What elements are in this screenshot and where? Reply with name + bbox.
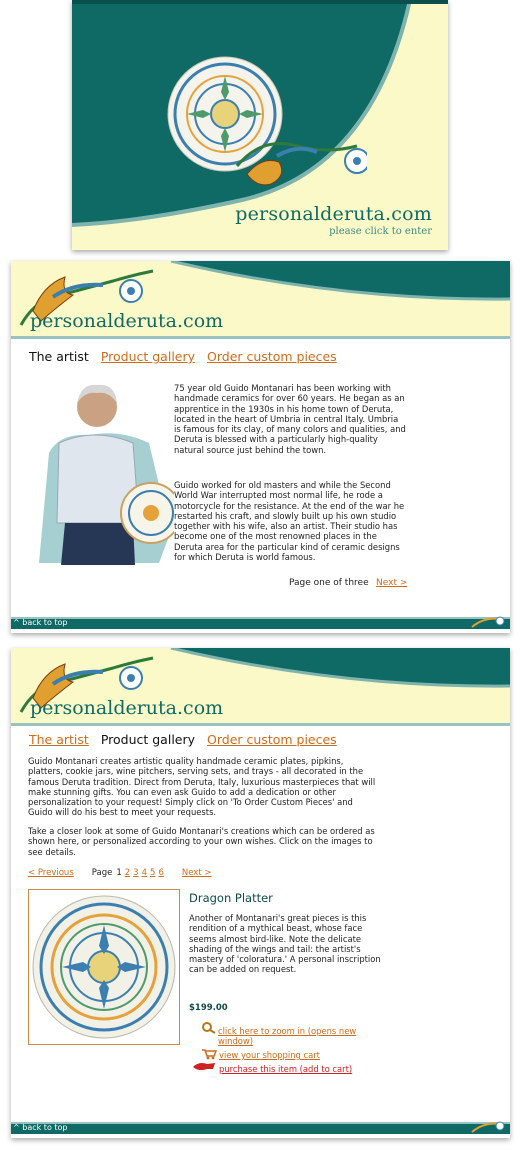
tab-product-gallery[interactable]: Product gallery [101,732,195,747]
dragon-platter-photo [32,895,176,1039]
back-to-top-link[interactable]: ^ back to top [13,618,67,627]
tab-product-gallery[interactable]: Product gallery [101,349,195,364]
gallery-page-panel: personalderuta.com The artist Product ga… [11,648,510,1138]
shopping-cart-icon[interactable] [201,1048,217,1060]
next-page-link[interactable]: Next > [182,868,212,878]
purchase-link[interactable]: purchase this item (add to cart) [219,1064,352,1074]
footer-griffin-icon [471,616,505,628]
tab-the-artist[interactable]: The artist [29,349,89,364]
product-title: Dragon Platter [189,891,273,905]
splash-panel[interactable]: personalderuta.com please click to enter [72,0,448,250]
zoom-link[interactable]: click here to zoom in (opens new window) [218,1026,378,1046]
product-image[interactable] [28,889,180,1045]
footer-griffin-icon [471,1121,505,1133]
gallery-details-paragraph: Take a closer look at some of Guido Mont… [28,826,375,857]
zoom-link-label: click here to zoom in (opens new window) [218,1026,357,1046]
artist-photo [39,384,174,565]
header-logo-text[interactable]: personalderuta.com [30,310,223,332]
tab-order-custom[interactable]: Order custom pieces [207,349,337,364]
enter-link[interactable]: please click to enter [329,226,432,237]
site-header: personalderuta.com [11,648,510,726]
main-nav: The artist Product gallery Order custom … [29,732,337,747]
artist-page-panel: personalderuta.com The artist Product ga… [11,261,510,633]
artist-bio-paragraph-2: Guido worked for old masters and while t… [174,480,405,563]
splash-logo-text: personalderuta.com [235,203,432,225]
main-nav: The artist Product gallery Order custom … [29,349,337,364]
site-header: personalderuta.com [11,261,510,339]
next-page-link[interactable]: Next > [376,578,407,588]
add-to-cart-icon[interactable] [191,1061,217,1073]
view-cart-link[interactable]: view your shopping cart [219,1050,320,1060]
product-price: $199.00 [189,1003,228,1013]
tab-the-artist[interactable]: The artist [29,732,89,747]
page-label: Page [91,868,113,878]
header-logo-text[interactable]: personalderuta.com [30,697,223,719]
page-footer: ^ back to top [11,1121,510,1134]
deruta-plate-illustration [167,56,367,186]
product-description: Another of Montanari's great pieces is t… [189,913,381,975]
page-indicator: Page one of three [289,578,369,588]
back-to-top-link[interactable]: ^ back to top [13,1123,67,1132]
gallery-pagination: < Previous Page 1 2 3 4 5 6 Next > [28,868,212,878]
page-footer: ^ back to top [11,616,510,629]
previous-page-link[interactable]: < Previous [28,868,74,878]
gallery-intro-paragraph: Guido Montanari creates artistic quality… [28,756,376,818]
artist-bio-paragraph-1: 75 year old Guido Montanari has been wor… [174,383,406,455]
magnifier-icon[interactable] [201,1022,217,1034]
tab-order-custom[interactable]: Order custom pieces [207,732,337,747]
